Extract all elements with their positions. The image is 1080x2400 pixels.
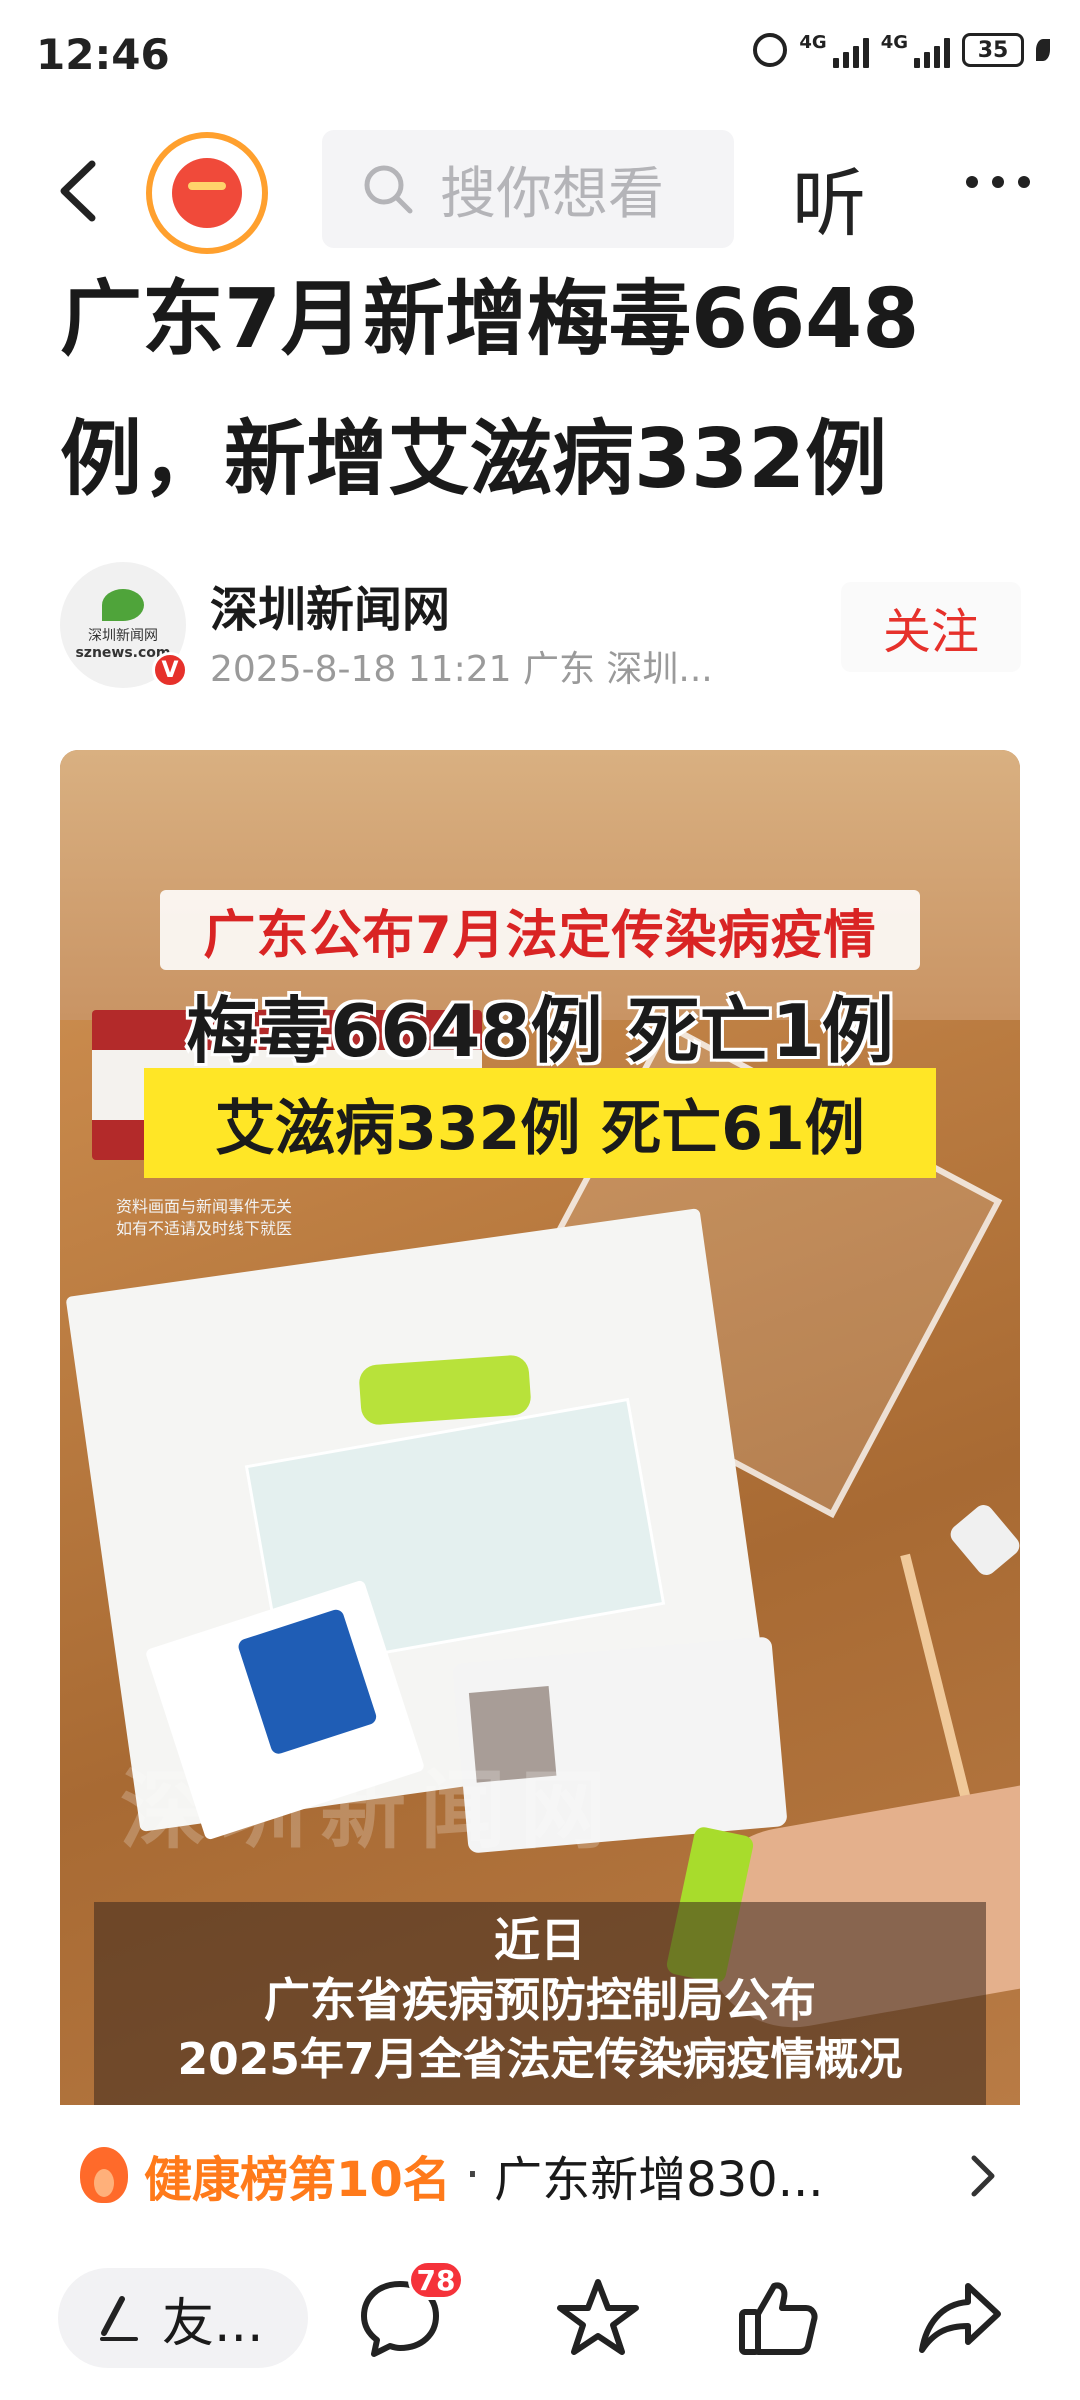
- comment-count-badge: 78: [408, 2260, 464, 2300]
- status-bar: 12:46 4G 4G 35: [0, 0, 1080, 120]
- verified-badge: V: [152, 652, 188, 688]
- more-dots-icon[interactable]: [962, 152, 1034, 212]
- rank-separator: ·: [464, 2147, 481, 2203]
- search-placeholder: 搜你想看: [440, 161, 664, 227]
- top-nav: 搜你想看 听: [0, 128, 1080, 254]
- battery-level: 35: [977, 37, 1009, 63]
- signal-icon-sim2: 4G: [881, 32, 950, 68]
- network-type-label-2: 4G: [880, 32, 908, 53]
- thumbs-up-icon[interactable]: [730, 2270, 826, 2366]
- article-title: 广东7月新增梅毒6648例，新增艾滋病332例: [60, 272, 920, 507]
- overlay-headline-red: 广东公布7月法定传染病疫情: [160, 890, 920, 970]
- author-name[interactable]: 深圳新闻网: [210, 570, 450, 640]
- red-packet-icon[interactable]: [146, 132, 268, 254]
- follow-button[interactable]: 关注: [841, 582, 1021, 672]
- overlay-headline-syphilis: 梅毒6648例 死亡1例: [186, 989, 894, 1073]
- hot-rank-bar[interactable]: 健康榜第10名 · 广东新增830...: [60, 2120, 1020, 2230]
- sznews-logo-icon: [102, 589, 144, 621]
- share-icon[interactable]: [912, 2270, 1008, 2366]
- chevron-right-icon: [971, 2155, 995, 2197]
- avatar-logo-text: 深圳新闻网: [88, 628, 158, 644]
- flame-icon: [80, 2147, 128, 2203]
- rank-label: 健康榜第10名: [144, 2152, 451, 2208]
- green-cap-image: [358, 1354, 532, 1426]
- publish-meta: 2025-8-18 11:21 广东 深圳...: [210, 649, 713, 690]
- star-icon[interactable]: [550, 2270, 646, 2366]
- signal-icon-sim1: 4G: [799, 32, 869, 68]
- search-bar[interactable]: 搜你想看: [322, 130, 734, 248]
- article-video[interactable]: 广东公布7月法定传染病疫情 梅毒6648例 死亡1例 艾滋病332例 死亡61例…: [60, 750, 1020, 2105]
- back-arrow-icon[interactable]: [52, 156, 112, 226]
- overlay-headline-aids: 艾滋病332例 死亡61例: [144, 1068, 936, 1178]
- eco-leaf-icon: [1036, 39, 1050, 61]
- listen-button[interactable]: 听: [792, 144, 866, 251]
- bottom-action-bar: 友... 78: [0, 2250, 1080, 2400]
- comment-input[interactable]: 友...: [58, 2268, 308, 2368]
- network-type-label-1: 4G: [799, 32, 827, 53]
- status-icons: 4G 4G 35: [753, 32, 1050, 68]
- pen-icon: [100, 2296, 138, 2341]
- video-subtitle: 近日 广东省疾病预防控制局公布 2025年7月全省法定传染病疫情概况: [94, 1902, 986, 2105]
- author-row: 深圳新闻网 sznews.com V 深圳新闻网 2025-8-18 11:21…: [60, 560, 1021, 690]
- status-time: 12:46: [36, 30, 170, 79]
- comment-placeholder: 友...: [162, 2293, 264, 2354]
- battery-icon: 35: [962, 33, 1024, 67]
- overlay-disclaimer: 资料画面与新闻事件无关 如有不适请及时线下就医: [116, 1197, 293, 1238]
- rank-topic: 广东新增830...: [494, 2152, 824, 2208]
- search-icon: [364, 165, 413, 214]
- video-watermark: 深圳新闻网: [120, 1761, 620, 1861]
- alarm-icon: [753, 33, 788, 67]
